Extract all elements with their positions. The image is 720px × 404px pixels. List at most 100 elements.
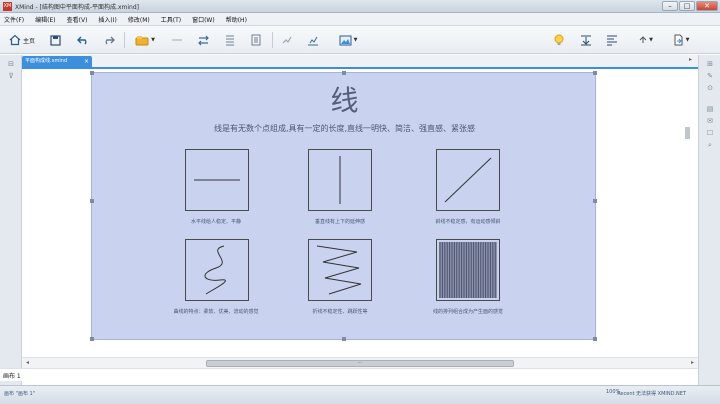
save-button[interactable]: [48, 31, 62, 49]
sheet-subtitle: 线是有无数个点组成,具有一定的长度,直线一明快、简洁、强直感、紧张感: [213, 124, 476, 133]
scroll-left-icon[interactable]: ◂: [26, 359, 29, 366]
relationship-button[interactable]: [195, 31, 211, 49]
chevron-right-icon[interactable]: ▸: [689, 56, 692, 63]
save-icon: [49, 34, 61, 46]
minimize-button[interactable]: –: [662, 1, 678, 11]
chevron-down-icon[interactable]: ▼: [354, 37, 358, 43]
resize-handle[interactable]: [593, 337, 597, 341]
main-toolbar: 主页 ▼ ▼ ▼ ▼: [0, 26, 720, 54]
chevron-down-icon[interactable]: ▼: [649, 37, 653, 43]
sheet-tab-bar: 画布 1: [0, 368, 720, 381]
maximize-button[interactable]: □: [679, 1, 695, 11]
window-controls: – □ ✕: [662, 1, 718, 11]
status-account[interactable]: Recent 无法获得 XMIND.NET: [617, 390, 686, 397]
topic-icon: [135, 35, 149, 45]
zigzag-line-figure: [308, 239, 372, 301]
scroll-right-icon[interactable]: ▸: [691, 359, 694, 366]
resize-handle[interactable]: [593, 71, 597, 75]
title-bar: XM XMind - [结构图中平面构成-平面构成.xmind] – □ ✕: [0, 0, 720, 13]
menu-modify[interactable]: 修改(M): [128, 15, 150, 24]
menu-file[interactable]: 文件(F): [4, 15, 24, 24]
notes-icon[interactable]: ▤: [705, 105, 715, 114]
chevron-down-icon[interactable]: ▼: [151, 37, 155, 43]
toolbar-separator: [124, 32, 125, 48]
menu-insert[interactable]: 插入(I): [98, 15, 116, 24]
subtopic-button[interactable]: [170, 31, 184, 49]
window-title: XMind - [结构图中平面构成-平面构成.xmind]: [15, 4, 139, 11]
home-button[interactable]: 主页: [5, 31, 39, 49]
horizontal-line-figure: [185, 149, 249, 211]
editor-tab-strip: 平面构成线.xmind × ▸: [22, 55, 698, 67]
comments-icon[interactable]: ✉: [705, 117, 715, 126]
menu-view[interactable]: 查看(V): [67, 15, 88, 24]
sheet-title: 线: [330, 84, 359, 117]
resize-handle[interactable]: [90, 199, 94, 203]
relationship-icon: [197, 35, 209, 45]
align-icon: [581, 35, 591, 46]
boundary-icon: [226, 35, 234, 46]
filter-icon[interactable]: ⊽: [6, 72, 16, 81]
export-icon: [674, 34, 683, 46]
outline-icon[interactable]: ⊟: [6, 60, 16, 69]
resize-handle[interactable]: [90, 71, 94, 75]
close-icon[interactable]: ×: [84, 56, 89, 67]
align-button[interactable]: [578, 31, 594, 49]
status-bar: 画布 "画布 1" 100% Recent 无法获得 XMIND.NET: [0, 385, 720, 404]
xmind-logo-icon: XM: [3, 2, 12, 11]
marker-button[interactable]: [279, 31, 295, 49]
lightbulb-icon: [554, 34, 564, 45]
right-side-strip: ⊞ ✎ ⊙ ▤ ✉ ☐ ⌕: [698, 55, 720, 385]
diagonal-line-figure: [436, 149, 500, 211]
caption-pattern: 线的排列组合成为产生面的感觉: [432, 309, 503, 315]
boundary-button[interactable]: [222, 31, 238, 49]
image-button[interactable]: ▼: [333, 31, 363, 49]
menu-help[interactable]: 帮助(H): [226, 15, 247, 24]
chevron-down-icon[interactable]: ▼: [686, 37, 690, 43]
menu-bar: 文件(F) 编辑(E) 查看(V) 插入(I) 修改(M) 工具(T) 窗口(W…: [0, 13, 720, 26]
idea-button[interactable]: [552, 31, 566, 49]
redo-button[interactable]: [102, 31, 116, 49]
overview-icon[interactable]: ⊙: [705, 84, 715, 93]
close-window-button[interactable]: ✕: [696, 1, 718, 11]
sheet-tab-1[interactable]: 画布 1: [3, 371, 21, 380]
undo-button[interactable]: [76, 31, 90, 49]
vertical-scroll-thumb[interactable]: [685, 127, 690, 139]
home-label: 主页: [22, 37, 35, 45]
menu-window[interactable]: 窗口(W): [192, 15, 215, 24]
chart-button[interactable]: [305, 31, 321, 49]
vertical-line-figure: [308, 149, 372, 211]
menu-edit[interactable]: 编辑(E): [35, 15, 55, 24]
summary-button[interactable]: [248, 31, 264, 49]
curve-line-figure: [185, 239, 249, 301]
resize-handle[interactable]: [593, 199, 597, 203]
search-icon[interactable]: ⌕: [705, 141, 715, 150]
subtopic-icon: [172, 39, 182, 41]
chart-icon: [308, 36, 318, 46]
horizontal-scroll-thumb[interactable]: ⋯: [206, 360, 514, 367]
resize-handle[interactable]: [342, 337, 346, 341]
image-icon: [339, 35, 352, 45]
layout-icon: [607, 35, 617, 46]
summary-icon: [251, 34, 261, 46]
mind-map-canvas[interactable]: 线 线是有无数个点组成,具有一定的长度,直线一明快、简洁、强直感、紧张感 水平线…: [22, 67, 698, 357]
layout-button[interactable]: [604, 31, 620, 49]
tab-document[interactable]: 平面构成线.xmind ×: [22, 56, 92, 67]
horizontal-scrollbar[interactable]: ◂ ⋯ ▸: [22, 357, 698, 368]
redo-icon: [105, 36, 115, 45]
resize-handle[interactable]: [342, 71, 346, 75]
status-sheet-name: 画布 "画布 1": [4, 391, 35, 397]
share-button[interactable]: ▼: [636, 31, 656, 49]
tab-label: 平面构成线.xmind: [25, 58, 68, 64]
marker-icon: [282, 36, 292, 44]
tasks-icon[interactable]: ☐: [705, 129, 715, 138]
home-icon: [9, 34, 21, 46]
export-button[interactable]: ▼: [670, 31, 692, 49]
left-side-strip: ⊟ ⊽: [0, 55, 22, 385]
insert-topic-button[interactable]: ▼: [130, 31, 160, 49]
menu-tools[interactable]: 工具(T): [161, 15, 181, 24]
properties-icon[interactable]: ⊞: [705, 60, 715, 69]
resize-handle[interactable]: [90, 337, 94, 341]
caption-diagonal: 斜线不稳定感，有运动感倾斜: [435, 219, 501, 225]
markers-icon[interactable]: ✎: [705, 72, 715, 81]
selected-image-topic[interactable]: 线 线是有无数个点组成,具有一定的长度,直线一明快、简洁、强直感、紧张感 水平线…: [90, 71, 597, 341]
